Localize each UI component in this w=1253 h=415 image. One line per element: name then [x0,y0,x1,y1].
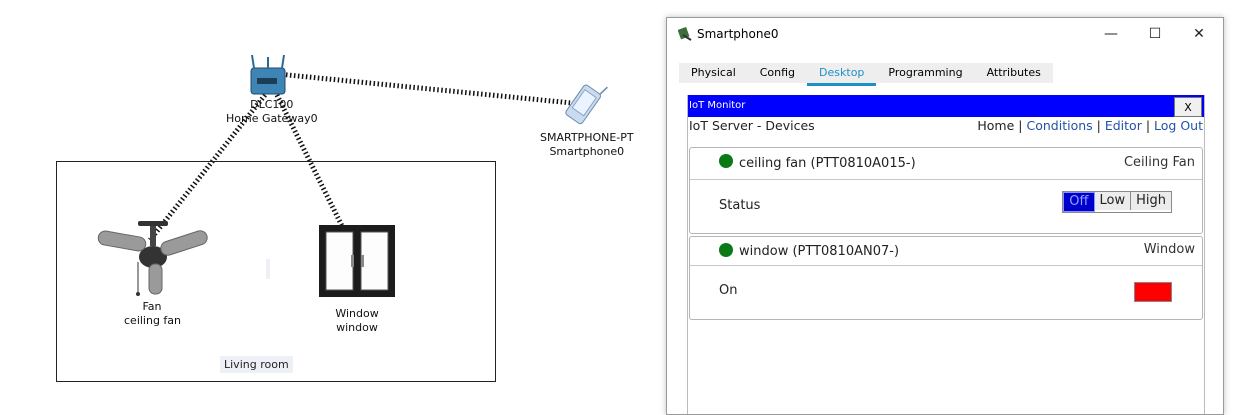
smartphone-model: SMARTPHONE-PT [540,131,634,144]
fan-low-button[interactable]: Low [1094,192,1132,210]
window-title: Smartphone0 [697,27,779,41]
tab-desktop[interactable]: Desktop [807,63,877,86]
control-label: Status [719,198,761,213]
device-type: Window [1143,242,1195,257]
window-device-label[interactable]: Window window [330,307,384,335]
home-gateway-icon [250,54,286,95]
minimize-button[interactable]: — [1089,22,1133,46]
fan-off-button[interactable]: Off [1063,192,1095,212]
device-card-window: window (PTT0810AN07-) Window On [689,236,1203,320]
status-indicator-icon [719,154,733,168]
nav-editor-link[interactable]: Editor [1105,118,1142,133]
fan-label[interactable]: Fan ceiling fan [124,300,182,328]
nav-separator: | [1096,118,1101,133]
iot-monitor-title: IoT Monitor [689,100,746,111]
window-device-type: Window [335,307,379,320]
window-on-toggle[interactable] [1134,282,1172,302]
fan-name: ceiling fan [124,314,182,327]
maximize-button[interactable]: ☐ [1133,22,1177,46]
smartphone-icon [565,84,608,125]
gateway-name: Home Gateway0 [226,112,318,125]
control-label: On [719,283,738,298]
server-header: IoT Server - Devices Home | Conditions |… [689,118,1203,136]
device-card-ceiling-fan: ceiling fan (PTT0810A015-) Ceiling Fan S… [689,147,1203,234]
tab-programming[interactable]: Programming [876,63,974,83]
tab-config[interactable]: Config [748,63,807,83]
smartphone-window: Smartphone0 — ☐ ✕ Physical Config Deskto… [666,17,1224,415]
nav-home-link[interactable]: Home [977,118,1014,133]
device-type: Ceiling Fan [1123,155,1195,170]
nav-separator: | [1018,118,1023,133]
room-label: Living room [220,356,293,373]
tab-attributes[interactable]: Attributes [975,63,1053,83]
app-icon [678,27,692,41]
gateway-label[interactable]: DLC100 Home Gateway0 [226,98,318,126]
device-header[interactable]: ceiling fan (PTT0810A015-) Ceiling Fan [690,148,1202,180]
gateway-model: DLC100 [250,98,294,111]
smartphone-name: Smartphone0 [549,145,625,158]
fan-type: Fan [142,300,162,313]
status-indicator-icon [719,243,733,257]
device-header[interactable]: window (PTT0810AN07-) Window [690,237,1202,266]
smartphone-label[interactable]: SMARTPHONE-PT Smartphone0 [540,131,634,159]
iot-monitor-close-button[interactable]: X [1174,97,1202,117]
nav-logout-link[interactable]: Log Out [1154,118,1203,133]
server-nav: Home | Conditions | Editor | Log Out [977,118,1203,133]
desktop-content: IoT Monitor X IoT Server - Devices Home … [687,95,1205,414]
living-room-container [56,161,496,382]
server-title: IoT Server - Devices [689,118,815,133]
iot-monitor-bar: IoT Monitor X [688,95,1204,117]
fan-high-button[interactable]: High [1131,192,1171,210]
device-name: window (PTT0810AN07-) [739,244,900,259]
tab-bar: Physical Config Desktop Programming Attr… [679,63,1053,86]
tab-physical[interactable]: Physical [679,63,748,83]
title-bar[interactable]: Smartphone0 — ☐ ✕ [667,18,1223,50]
close-window-button[interactable]: ✕ [1177,22,1221,46]
device-name: ceiling fan (PTT0810A015-) [739,156,916,171]
nav-conditions-link[interactable]: Conditions [1026,118,1092,133]
nav-separator: | [1145,118,1151,133]
link-gateway-smartphone [277,71,583,107]
window-device-name: window [336,321,378,334]
fan-speed-selector: Off Low High [1062,191,1172,213]
